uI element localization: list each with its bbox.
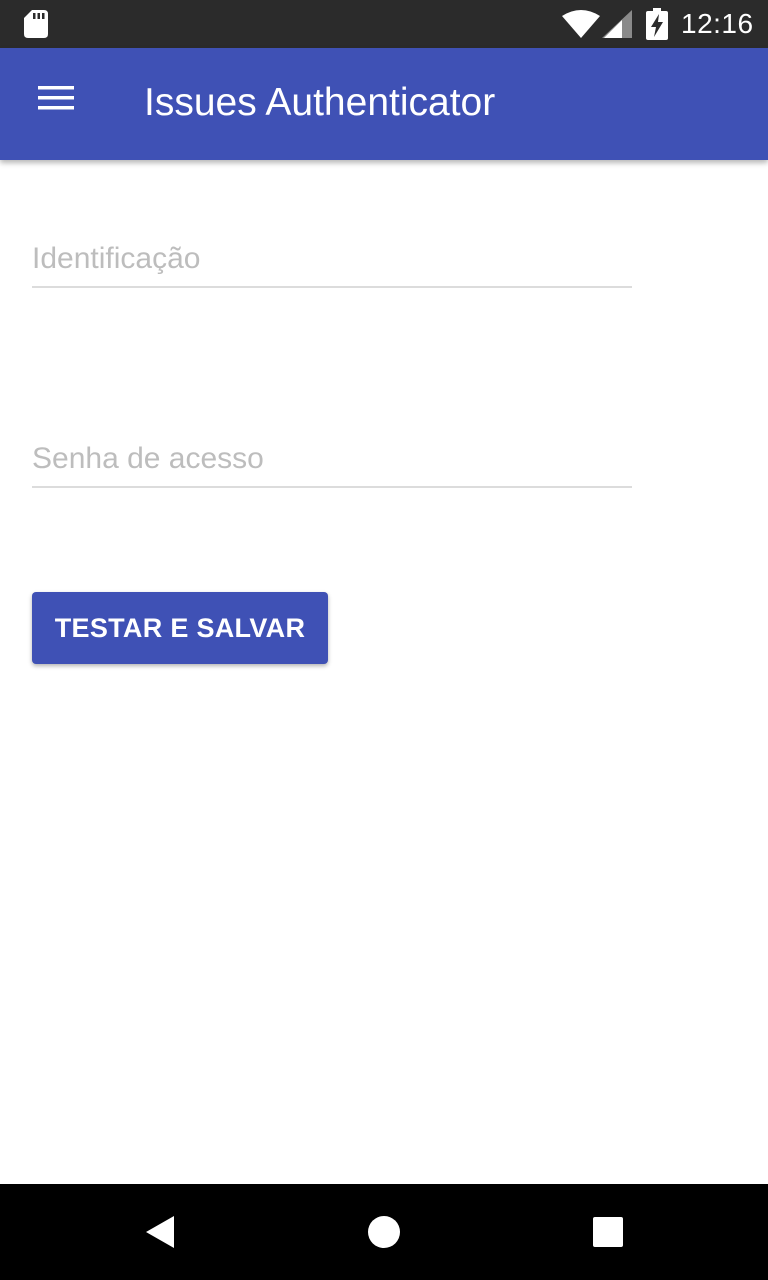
back-icon	[146, 1216, 174, 1248]
battery-charging-icon	[646, 8, 668, 45]
back-button[interactable]	[136, 1208, 184, 1256]
menu-button[interactable]	[24, 70, 88, 126]
recents-icon	[593, 1217, 623, 1247]
navigation-bar	[0, 1184, 768, 1280]
password-input[interactable]	[32, 432, 632, 488]
status-time: 12:16	[681, 8, 754, 39]
test-and-save-button[interactable]: TESTAR E SALVAR	[32, 592, 328, 664]
identification-input[interactable]	[32, 232, 632, 288]
home-button[interactable]	[360, 1208, 408, 1256]
password-field-container	[32, 432, 632, 492]
app-title: Issues Authenticator	[144, 81, 496, 124]
app-bar: Issues Authenticator	[0, 48, 768, 160]
hamburger-menu-icon	[38, 86, 74, 110]
status-bar: 12:16	[0, 0, 768, 48]
screen: 12:16 Issues Authenticator TESTAR E SALV…	[0, 0, 768, 1280]
wifi-icon	[562, 10, 600, 43]
identification-field-container	[32, 232, 632, 292]
recents-button[interactable]	[584, 1208, 632, 1256]
sd-card-icon	[24, 10, 48, 43]
home-icon	[368, 1216, 400, 1248]
signal-icon	[602, 10, 632, 43]
